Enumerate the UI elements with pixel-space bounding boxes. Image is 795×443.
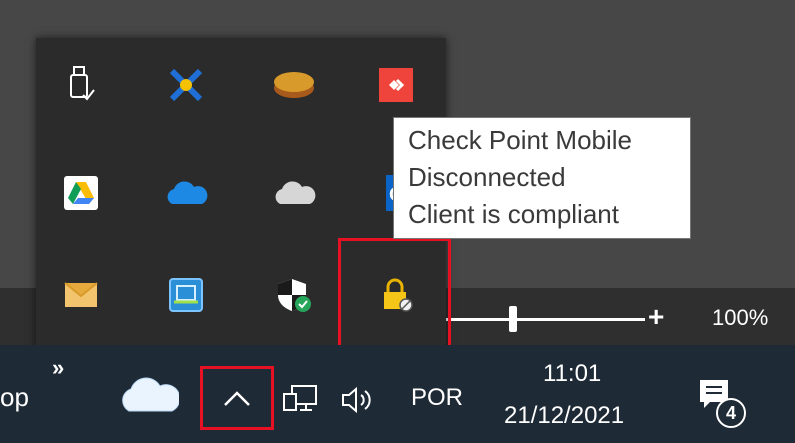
taskbar-app-label[interactable]: op xyxy=(0,382,29,413)
lock-icon-highlight xyxy=(338,238,451,354)
chevron-up-icon xyxy=(224,391,250,406)
tooltip-title: Check Point Mobile xyxy=(408,125,632,155)
tooltip-status: Disconnected xyxy=(408,162,566,192)
anydesk-icon[interactable] xyxy=(371,60,421,110)
volume-icon[interactable] xyxy=(340,384,376,421)
network-wired-icon[interactable] xyxy=(282,384,318,421)
zoom-in-button[interactable]: + xyxy=(648,302,664,332)
clock-time[interactable]: 11:01 xyxy=(543,360,601,388)
google-drive-icon[interactable] xyxy=(56,168,106,218)
zoom-slider-thumb[interactable] xyxy=(509,306,517,332)
taskbar-overflow-chevron[interactable]: » xyxy=(52,355,64,381)
zoom-slider-track[interactable] xyxy=(445,318,645,321)
clock-date[interactable]: 21/12/2021 xyxy=(504,402,624,430)
language-indicator[interactable]: POR xyxy=(411,384,463,412)
onedrive-taskbar-icon[interactable] xyxy=(117,375,181,420)
windows-security-icon[interactable] xyxy=(269,270,319,320)
mail-icon[interactable] xyxy=(56,270,106,320)
notification-count-badge: 4 xyxy=(716,398,746,428)
zoom-level-value: 100% xyxy=(712,305,769,330)
show-hidden-icons-button[interactable] xyxy=(200,366,274,430)
usb-safely-remove-icon[interactable] xyxy=(56,60,106,110)
network-x-icon[interactable] xyxy=(161,60,211,110)
gold-disc-icon[interactable] xyxy=(269,60,319,110)
action-center-button[interactable]: 4 xyxy=(698,378,758,428)
tooltip-compliance: Client is compliant xyxy=(408,199,619,229)
onedrive-blue-icon[interactable] xyxy=(161,168,211,218)
checkpoint-tooltip: Check Point Mobile Disconnected Client i… xyxy=(393,117,691,239)
onedrive-grey-icon[interactable] xyxy=(269,168,319,218)
vpn-app-icon[interactable] xyxy=(161,270,211,320)
